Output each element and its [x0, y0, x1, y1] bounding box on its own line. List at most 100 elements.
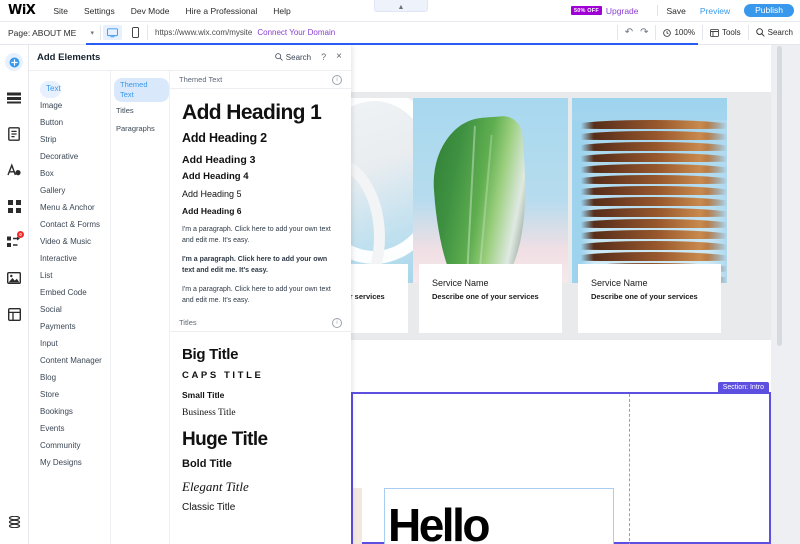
undo-button[interactable]: ↶	[625, 27, 633, 38]
desktop-view-button[interactable]	[103, 25, 122, 40]
category-item-content-manager[interactable]: Content Manager	[28, 353, 110, 370]
text-preset-bold-title[interactable]: Bold Title	[182, 458, 339, 470]
sidebar-item-my-business[interactable]: 0	[0, 224, 28, 260]
service-card[interactable]: Service Name Describe one of your servic…	[413, 98, 568, 333]
redo-button[interactable]: ↷	[640, 27, 648, 38]
subcategory-item-themed-text[interactable]: Themed Text	[114, 78, 169, 102]
text-preset-heading-6[interactable]: Add Heading 6	[182, 206, 339, 216]
sidebar-item-add-elements[interactable]	[0, 44, 28, 80]
publish-button[interactable]: Publish	[744, 3, 794, 18]
building-floor	[572, 230, 727, 239]
site-menu-icon	[6, 90, 22, 106]
category-item-box[interactable]: Box	[28, 166, 110, 183]
info-icon[interactable]: i	[332, 317, 342, 328]
site-url: https://www.wix.com/mysite	[155, 28, 253, 37]
menu-item-help[interactable]: Help	[273, 6, 290, 16]
zoom-level: 100%	[674, 28, 695, 37]
subcategory-item-titles[interactable]: Titles	[111, 102, 169, 120]
menu-item-settings[interactable]: Settings	[84, 6, 115, 16]
text-preset-heading-4[interactable]: Add Heading 4	[182, 172, 339, 182]
category-item-events[interactable]: Events	[28, 421, 110, 438]
text-preset-business-title[interactable]: Business Title	[182, 408, 339, 419]
page-selector[interactable]: Page: ABOUT ME ▾	[8, 28, 100, 38]
panel-collapse-handle[interactable]: ▲	[374, 0, 428, 12]
sidebar-item-media[interactable]	[0, 260, 28, 296]
sidebar-item-design[interactable]	[0, 152, 28, 188]
sidebar-item-apps[interactable]	[0, 188, 28, 224]
category-item-text[interactable]: Text	[40, 80, 61, 98]
tools-label: Tools	[721, 28, 741, 37]
category-item-interactive[interactable]: Interactive	[28, 251, 110, 268]
sidebar-item-content-manager[interactable]	[0, 296, 28, 332]
intro-section[interactable]: Section: Intro Hello Here's who I am & w…	[351, 382, 771, 544]
panel-close-button[interactable]: ×	[336, 52, 342, 62]
save-button[interactable]: Save	[667, 6, 686, 16]
menu-item-hire-a-professional[interactable]: Hire a Professional	[185, 6, 257, 16]
category-item-input[interactable]: Input	[28, 336, 110, 353]
panel-search-button[interactable]: Search	[275, 53, 311, 62]
info-icon[interactable]: i	[332, 74, 342, 85]
category-item-community[interactable]: Community	[28, 438, 110, 455]
connect-domain-link[interactable]: Connect Your Domain	[257, 28, 335, 37]
text-preset-heading-1[interactable]: Add Heading 1	[182, 102, 339, 123]
building-floor	[572, 142, 727, 151]
service-card[interactable]: Service Name Describe one of your servic…	[351, 98, 414, 333]
subcategory-item-paragraphs[interactable]: Paragraphs	[111, 120, 169, 138]
menu-item-dev-mode[interactable]: Dev Mode	[131, 6, 170, 16]
content-manager-icon	[6, 306, 22, 322]
text-preset-classic-title[interactable]: Classic Title	[182, 502, 339, 513]
text-preset-huge-title[interactable]: Huge Title	[182, 430, 339, 449]
category-item-image[interactable]: Image	[28, 98, 110, 115]
category-item-payments[interactable]: Payments	[28, 319, 110, 336]
category-item-blog[interactable]: Blog	[28, 370, 110, 387]
text-preset-big-title[interactable]: Big Title	[182, 347, 339, 362]
zoom-control[interactable]: 100%	[663, 28, 695, 37]
text-preset-paragraph-2[interactable]: I'm a paragraph. Click here to add your …	[182, 254, 339, 276]
sidebar-item-site-menu[interactable]	[0, 80, 28, 116]
tools-button[interactable]: Tools	[710, 28, 741, 37]
sidebar-item-pages[interactable]	[0, 116, 28, 152]
divider	[147, 25, 148, 40]
service-card[interactable]: Service Name Describe one of your servic…	[572, 98, 727, 333]
hello-heading-element[interactable]: Hello	[384, 488, 614, 544]
panel-help-button[interactable]: ?	[321, 52, 326, 62]
text-preset-paragraph-1[interactable]: I'm a paragraph. Click here to add your …	[182, 224, 339, 246]
subcategory-selected-wrap: Themed Text	[111, 78, 169, 102]
category-item-video-music[interactable]: Video & Music	[28, 234, 110, 251]
category-item-list[interactable]: List	[28, 268, 110, 285]
category-item-social[interactable]: Social	[28, 302, 110, 319]
category-item-strip[interactable]: Strip	[28, 132, 110, 149]
category-item-contact-forms[interactable]: Contact & Forms	[28, 217, 110, 234]
text-preset-heading-3[interactable]: Add Heading 3	[182, 154, 339, 166]
search-button[interactable]: Search	[755, 28, 793, 37]
category-item-menu-anchor[interactable]: Menu & Anchor	[28, 200, 110, 217]
text-preview-list[interactable]: Themed Text i Add Heading 1 Add Heading …	[170, 71, 351, 544]
panel-header-actions: Search ? ×	[275, 52, 342, 62]
service-card-title: Service Name	[432, 278, 489, 288]
editor-toolbar: Page: ABOUT ME ▾ https://www.wix.com/mys…	[0, 21, 800, 45]
zoom-icon	[663, 28, 672, 37]
mobile-view-button[interactable]	[126, 25, 145, 40]
category-item-store[interactable]: Store	[28, 387, 110, 404]
text-preset-heading-2[interactable]: Add Heading 2	[182, 132, 339, 145]
category-item-bookings[interactable]: Bookings	[28, 404, 110, 421]
category-item-decorative[interactable]: Decorative	[28, 149, 110, 166]
divider	[701, 25, 703, 40]
canvas-scrollbar[interactable]	[777, 46, 782, 346]
text-preset-elegant-title[interactable]: Elegant Title	[182, 480, 339, 493]
upgrade-link[interactable]: Upgrade	[606, 6, 639, 16]
text-preset-small-title[interactable]: Small Title	[182, 390, 339, 400]
category-item-gallery[interactable]: Gallery	[28, 183, 110, 200]
category-item-embed-code[interactable]: Embed Code	[28, 285, 110, 302]
category-item-my-designs[interactable]: My Designs	[28, 455, 110, 472]
wix-logo[interactable]: WiX	[8, 4, 36, 17]
text-preset-paragraph-3[interactable]: I'm a paragraph. Click here to add your …	[182, 284, 339, 306]
text-preset-caps-title[interactable]: CAPS TITLE	[182, 371, 339, 381]
sidebar-item-layers[interactable]	[0, 510, 28, 538]
menu-item-site[interactable]: Site	[53, 6, 68, 16]
category-item-button[interactable]: Button	[28, 115, 110, 132]
site-canvas[interactable]: Service Name Describe one of your servic…	[351, 44, 800, 544]
text-preset-heading-5[interactable]: Add Heading 5	[182, 189, 339, 199]
preview-button[interactable]: Preview	[700, 6, 730, 16]
site-url-bar[interactable]: https://www.wix.com/mysite Connect Your …	[155, 28, 610, 37]
